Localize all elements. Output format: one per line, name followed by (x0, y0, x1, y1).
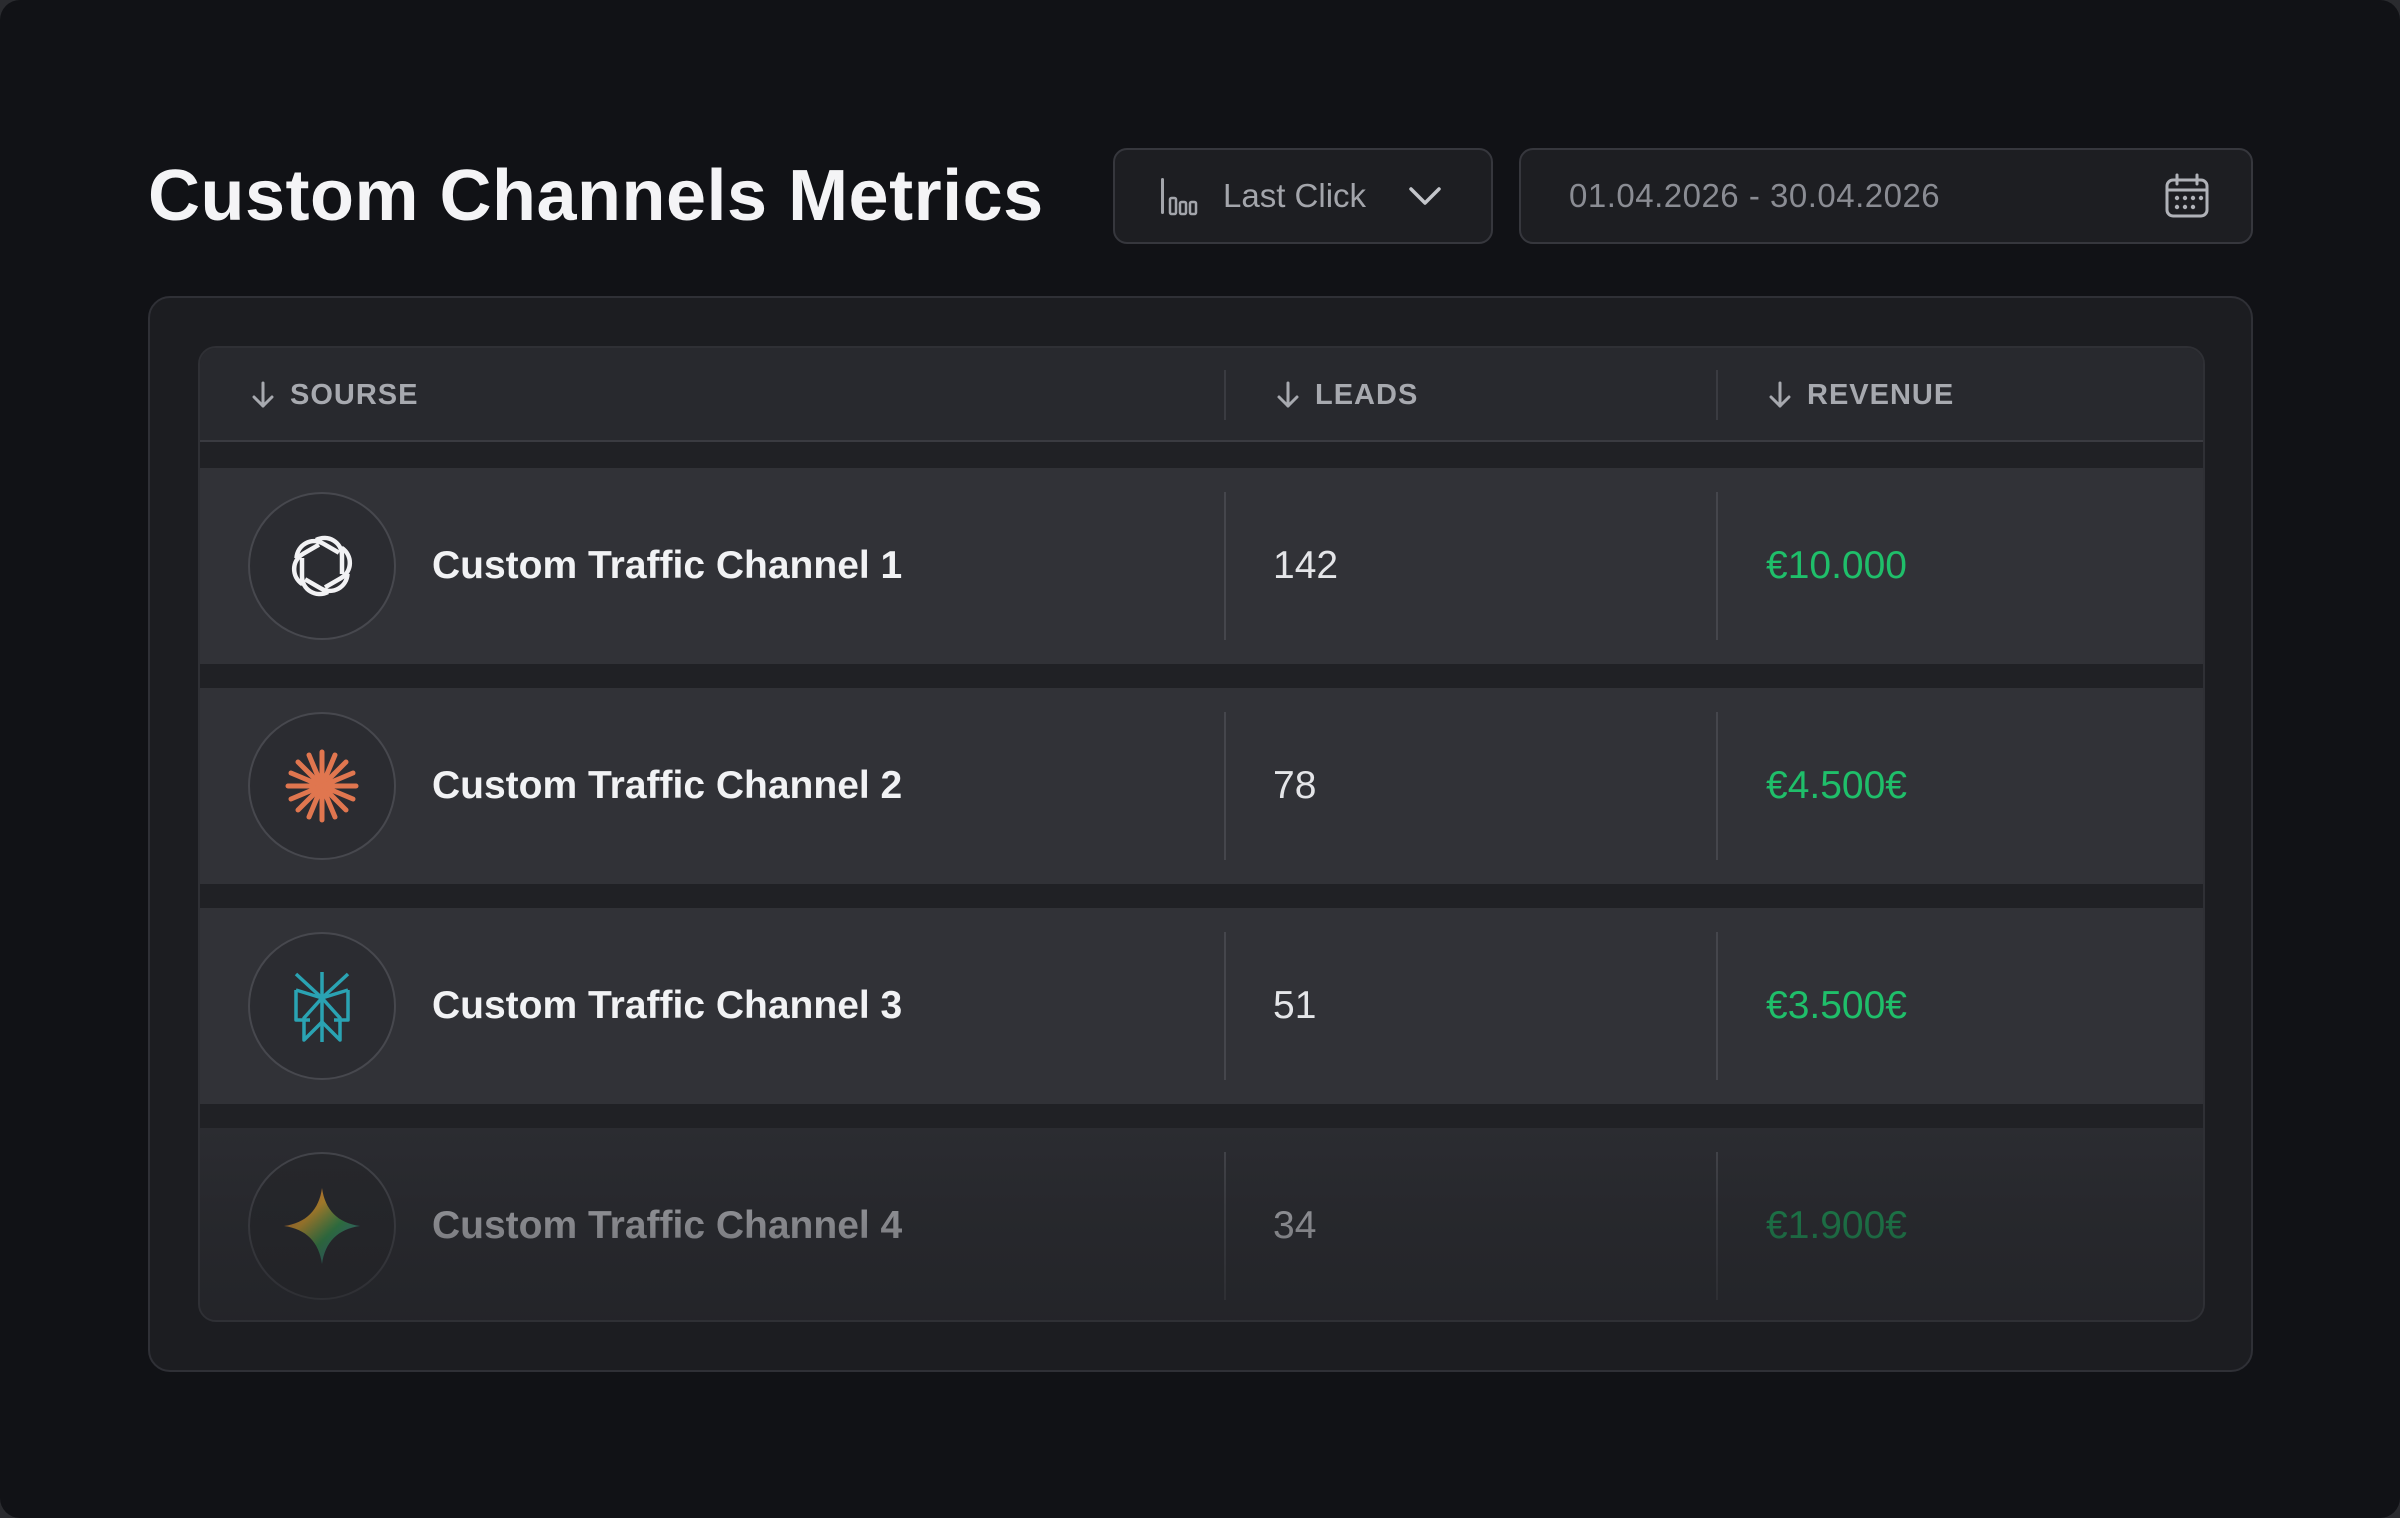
column-divider (1716, 712, 1718, 860)
column-divider (1716, 1152, 1718, 1300)
column-divider (1716, 492, 1718, 640)
channel-logo (248, 932, 396, 1080)
column-divider (1716, 370, 1718, 420)
column-divider (1716, 932, 1718, 1080)
column-header-source[interactable]: SOURSE (250, 348, 418, 442)
gemini-sparkle-icon (284, 1188, 360, 1264)
attribution-model-value: Last Click (1223, 177, 1367, 214)
table-row[interactable]: Custom Traffic Channel 3 51 €3.500€ (200, 908, 2203, 1104)
channel-name: Custom Traffic Channel 2 (432, 764, 903, 807)
chevron-down-icon (1405, 176, 1445, 216)
column-header-label: SOURSE (290, 378, 419, 411)
arrow-down-icon (1277, 381, 1299, 408)
column-header-leads[interactable]: LEADS (1275, 348, 1418, 442)
revenue-value: €3.500€ (1766, 984, 1907, 1027)
channel-logo (248, 712, 396, 860)
attribution-model-select[interactable]: Last Click (1113, 148, 1493, 244)
openai-logo-icon (291, 535, 353, 597)
column-divider (1224, 1152, 1226, 1300)
bar-chart-icon (1159, 176, 1201, 216)
column-header-label: LEADS (1315, 378, 1419, 411)
table-row[interactable]: Custom Traffic Channel 2 78 €4.500€ (200, 688, 2203, 884)
table-row[interactable]: Custom Traffic Channel 4 34 €1.900€ (200, 1128, 2203, 1320)
date-range-picker[interactable]: 01.04.2026 - 30.04.2026 (1519, 148, 2253, 244)
column-divider (1224, 492, 1226, 640)
channel-name: Custom Traffic Channel 1 (432, 544, 903, 587)
leads-value: 142 (1273, 544, 1339, 587)
arrow-down-icon (1769, 381, 1791, 408)
app-window: Custom Channels Metrics Last Click 01.04… (0, 0, 2400, 1518)
revenue-value: €1.900€ (1766, 1204, 1907, 1247)
channel-logo (248, 492, 396, 640)
calendar-icon[interactable] (2163, 172, 2211, 220)
revenue-value: €4.500€ (1766, 764, 1907, 807)
column-header-label: REVENUE (1807, 378, 1955, 411)
claude-starburst-icon (285, 749, 359, 823)
page-title: Custom Channels Metrics (148, 156, 1044, 236)
leads-value: 34 (1273, 1204, 1317, 1247)
channels-table: SOURSE LEADS REVENUE Custom Traffic Chan… (198, 346, 2205, 1322)
column-divider (1224, 712, 1226, 860)
leads-value: 51 (1273, 984, 1317, 1027)
table-row[interactable]: Custom Traffic Channel 1 142 €10.000 (200, 468, 2203, 664)
date-range-value: 01.04.2026 - 30.04.2026 (1569, 177, 1941, 214)
arrow-down-icon (252, 381, 274, 408)
channel-logo (248, 1152, 396, 1300)
revenue-value: €10.000 (1766, 544, 1907, 587)
column-divider (1224, 932, 1226, 1080)
table-header: SOURSE LEADS REVENUE (200, 348, 2203, 442)
column-divider (1224, 370, 1226, 420)
channel-name: Custom Traffic Channel 3 (432, 984, 903, 1027)
metrics-panel: SOURSE LEADS REVENUE Custom Traffic Chan… (148, 296, 2253, 1372)
perplexity-logo-icon (294, 972, 350, 1042)
channel-name: Custom Traffic Channel 4 (432, 1204, 903, 1247)
leads-value: 78 (1273, 764, 1317, 807)
column-header-revenue[interactable]: REVENUE (1767, 348, 1954, 442)
